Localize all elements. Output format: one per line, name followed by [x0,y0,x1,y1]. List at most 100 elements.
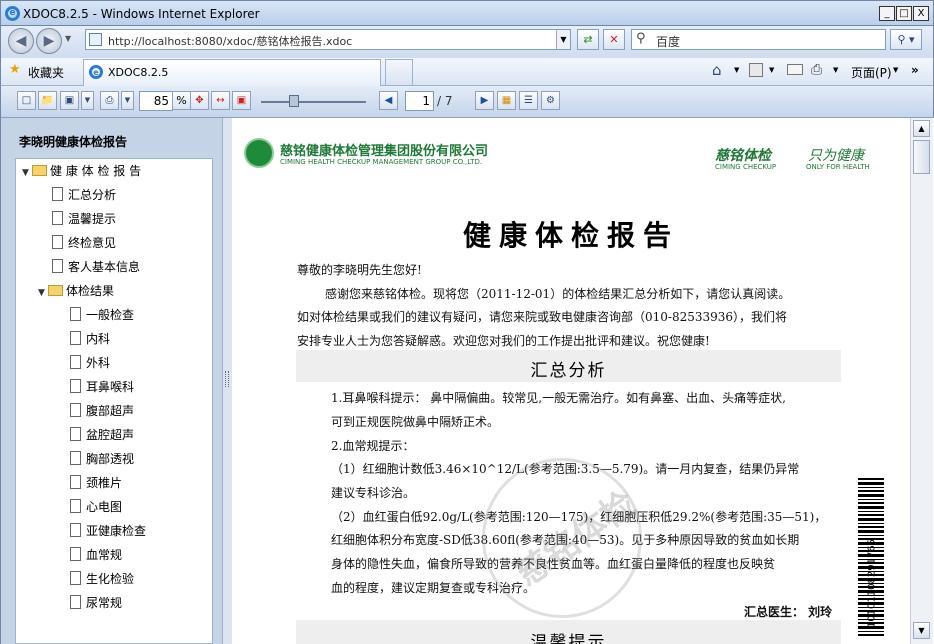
document-icon [70,307,81,321]
actual-size-icon[interactable]: ▣ [232,91,251,110]
history-dropdown-icon[interactable]: ▼ [65,34,71,43]
save-icon[interactable]: ▣ [60,91,79,110]
tree-item-label: 一般检查 [86,308,135,322]
summary-title: 汇总分析 [530,361,607,381]
search-box[interactable]: ⚲ 百度 [631,29,886,50]
intro-line: 安排专业人士为您答疑解惑。欢迎您对我们的工作提出批评和建议。祝您健康! [297,334,710,348]
home-dropdown-icon[interactable]: ▼ [734,66,739,74]
tree-item-subhealth[interactable]: 亚健康检查 [70,522,146,542]
tree-item-chest-fluoroscopy[interactable]: 胸部透视 [70,450,134,470]
tree-item-internal[interactable]: 内科 [70,330,110,350]
page-number-input[interactable]: 1 [405,91,434,111]
tree-item-basic-info[interactable]: 客人基本信息 [52,258,140,278]
tree-node-results[interactable]: ▼ 体检结果 [38,282,114,302]
more-tools-icon[interactable]: » [911,63,919,77]
summary-line: 建议专科诊治。 [331,486,416,500]
favorites-label[interactable]: 收藏夹 [28,64,64,81]
maximize-button[interactable]: □ [896,6,912,21]
document-icon [70,571,81,585]
summary-line: 可到正规医院做鼻中隔矫正术。 [331,415,500,429]
document-icon [70,499,81,513]
stop-icon[interactable]: ✕ [603,29,625,50]
scroll-thumb[interactable] [913,140,930,174]
collapse-icon[interactable]: ▼ [22,168,32,178]
splitter-grip[interactable] [225,371,229,387]
collapse-icon[interactable]: ▼ [38,288,48,298]
minimize-button[interactable]: _ [879,6,895,21]
company-name-cn: 慈铭健康体检管理集团股份有限公司 [280,144,489,159]
address-bar[interactable]: http://localhost:8080/xdoc/慈铭体检报告.xdoc ▼ [85,29,571,50]
outline-title: 李晓明健康体检报告 [19,135,128,149]
tree-item-abdominal-ultrasound[interactable]: 腹部超声 [70,402,134,422]
tree-item-ecg[interactable]: 心电图 [70,498,122,518]
tree-item-surgery[interactable]: 外科 [70,354,110,374]
tree-item-cervical-xray[interactable]: 颈椎片 [70,474,122,494]
tree-item-blood-routine[interactable]: 血常规 [70,546,122,566]
fit-page-icon[interactable]: ✥ [190,91,209,110]
search-icon[interactable]: ⚲ ▾ [890,29,922,50]
brand-name-cn: 慈铭体检 [715,148,771,164]
page-menu[interactable]: 页面(P) [851,64,892,81]
zoom-slider-thumb[interactable] [289,95,299,107]
thumbnails-icon[interactable]: ▦ [497,91,516,110]
print-document-icon[interactable]: ⎙ [100,91,119,110]
new-document-icon[interactable]: □ [17,91,36,110]
fit-width-icon[interactable]: ↔ [211,91,230,110]
close-window-button[interactable]: X [913,6,929,21]
tree-item-summary[interactable]: 汇总分析 [52,186,116,206]
page-menu-dropdown-icon[interactable]: ▼ [893,66,898,74]
tree-item-pelvic-ultrasound[interactable]: 盆腔超声 [70,426,134,446]
save-dropdown-icon[interactable]: ▼ [81,91,94,110]
new-tab-button[interactable] [385,59,413,86]
tree-item-label: 心电图 [86,500,123,514]
refresh-icon[interactable]: ⇄ [577,29,599,50]
open-folder-icon[interactable]: 📁 [38,91,57,110]
home-icon[interactable]: ⌂ [712,61,722,79]
tree-item-tips[interactable]: 温馨提示 [52,210,116,230]
next-page-icon[interactable]: ▶ [475,91,494,110]
tree-item-urine-routine[interactable]: 尿常规 [70,594,122,614]
vertical-scrollbar[interactable]: ▲ ▼ [910,118,933,644]
document-icon [52,259,63,273]
panel-splitter[interactable] [222,118,232,644]
navigation-bar: ◀ ▶ ▼ http://localhost:8080/xdoc/慈铭体检报告.… [0,26,934,58]
feeds-dropdown-icon[interactable]: ▼ [769,66,774,74]
feeds-icon[interactable] [749,63,763,77]
address-dropdown-icon[interactable]: ▼ [556,30,570,49]
tree-node-root[interactable]: ▼ 健 康 体 检 报 告 [22,162,141,182]
print-dropdown-arrow-icon[interactable]: ▼ [121,91,134,110]
back-button[interactable]: ◀ [8,28,34,54]
tree-item-label: 胸部透视 [86,452,135,466]
folder-open-icon [32,165,47,176]
tree-item-final-opinion[interactable]: 终检意见 [52,234,116,254]
intro-line: 如对体检结果或我们的建议有疑问，请您来院或致电健康咨询部（010-8253393… [297,310,788,324]
tree-item-ent[interactable]: 耳鼻喉科 [70,378,134,398]
mail-icon[interactable] [787,64,803,75]
tree-item-biochemistry[interactable]: 生化检验 [70,570,134,590]
company-logo-icon [244,138,274,168]
tree-item-label: 内科 [86,332,111,346]
star-icon[interactable]: ★ [9,62,21,77]
print-dropdown-icon[interactable]: ▼ [833,66,838,74]
forward-button[interactable]: ▶ [36,28,62,54]
greeting: 尊敬的李晓明先生您好! [297,263,422,277]
tab-ie-icon: e [89,65,103,79]
zoom-slider-track[interactable] [261,101,366,103]
tree-item-general[interactable]: 一般检查 [70,306,134,326]
search-input[interactable]: 百度 [656,33,680,50]
about-icon[interactable]: ⚙ [541,91,560,110]
scroll-down-icon[interactable]: ▼ [913,622,930,639]
zoom-input[interactable]: 85 [139,91,173,111]
previous-page-icon[interactable]: ◀ [379,91,398,110]
document-view: 慈铭健康体检管理集团股份有限公司 CIMING HEALTH CHECKUP M… [232,118,910,644]
tab-xdoc[interactable]: e XDOC8.2.5 [83,59,381,86]
print-icon[interactable]: ⎙ [811,62,822,78]
document-icon [70,331,81,345]
address-text[interactable]: http://localhost:8080/xdoc/慈铭体检报告.xdoc [108,33,352,49]
properties-icon[interactable]: ☰ [519,91,538,110]
tree-root-label: 健 康 体 检 报 告 [50,164,142,178]
tree-item-label: 终检意见 [68,236,117,250]
page-icon [89,33,102,46]
zoom-percent-button[interactable]: % [172,91,191,110]
scroll-up-icon[interactable]: ▲ [913,120,930,137]
